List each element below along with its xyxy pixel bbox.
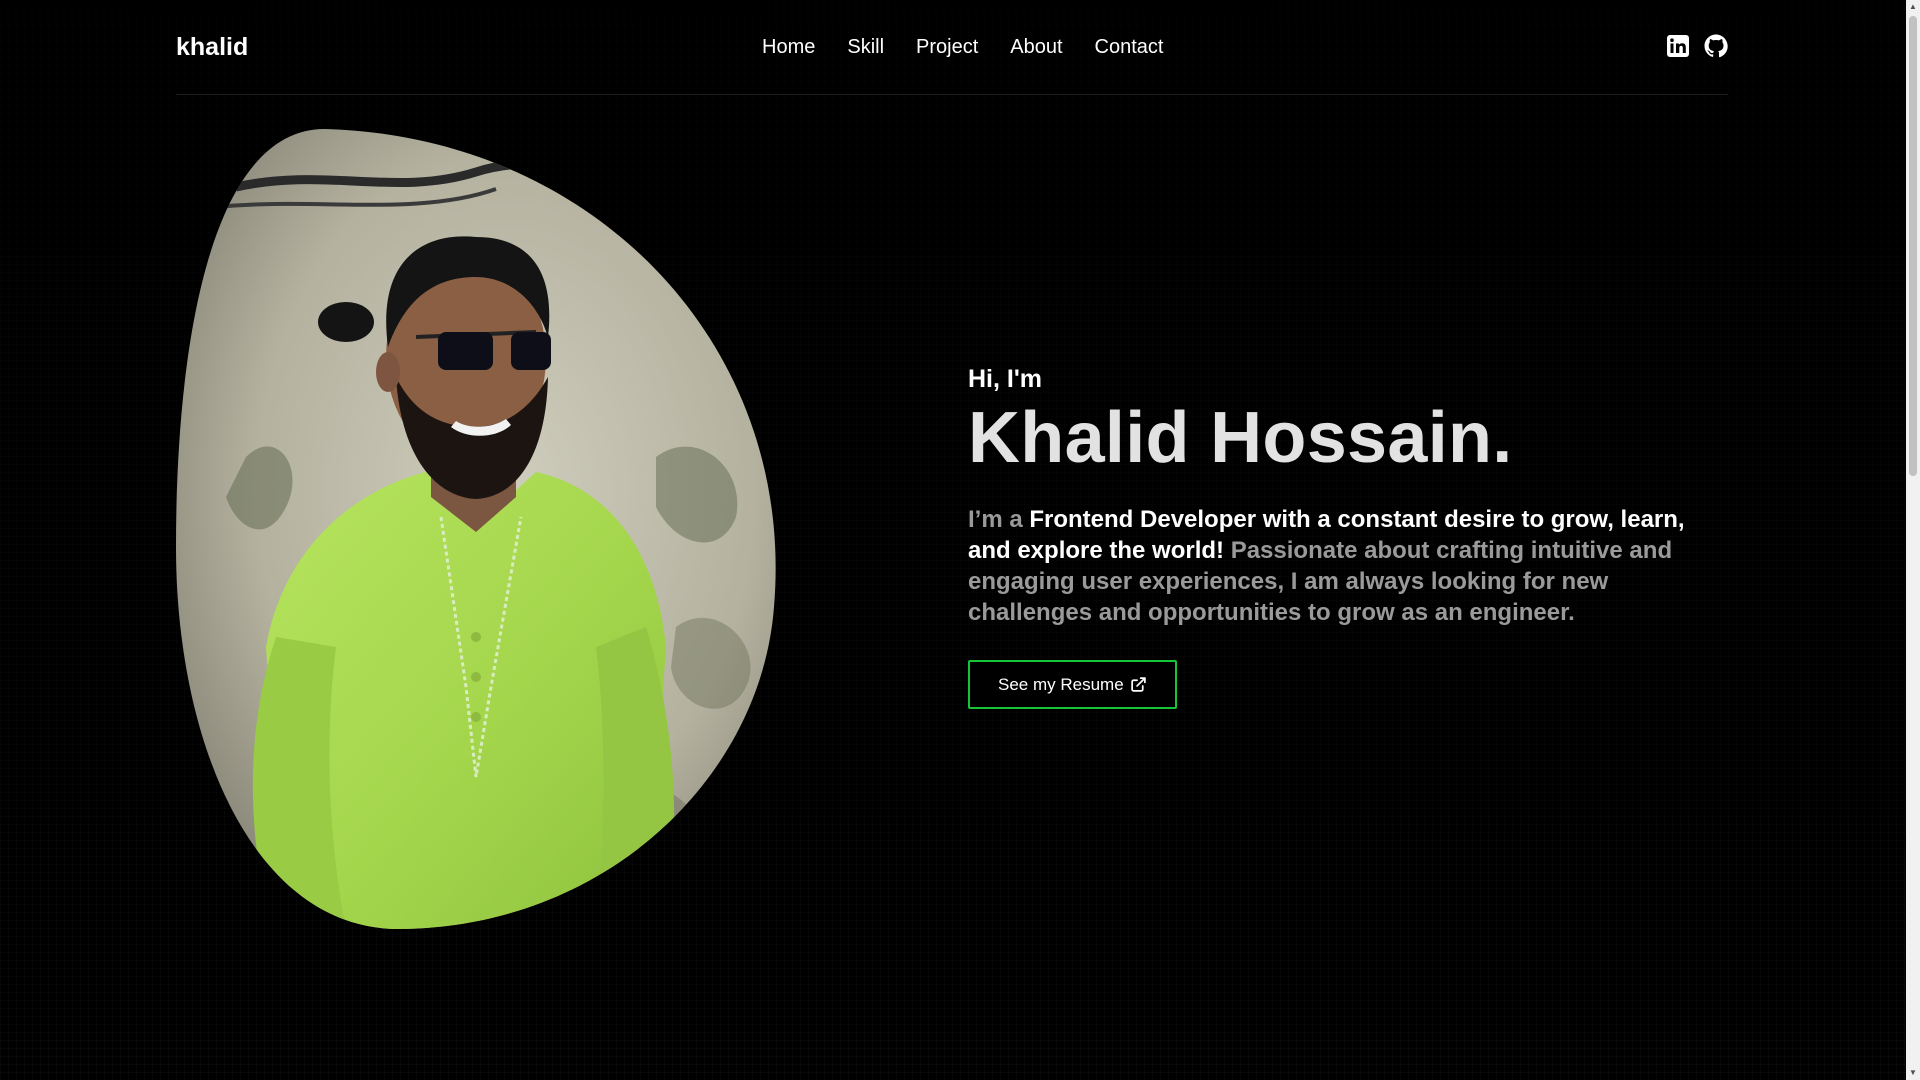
linkedin-icon[interactable] xyxy=(1666,34,1690,58)
resume-button-label: See my Resume xyxy=(998,674,1124,694)
profile-photo xyxy=(176,128,776,929)
hero-intro: I’m a Frontend Developer with a constant… xyxy=(968,504,1708,628)
nav-link-project[interactable]: Project xyxy=(916,36,978,59)
see-resume-button[interactable]: See my Resume xyxy=(968,660,1177,709)
nav-link-home[interactable]: Home xyxy=(762,36,815,59)
scroll-down-arrow-icon[interactable]: ▼ xyxy=(1908,1068,1918,1078)
nav-links: Home Skill Project About Contact xyxy=(762,36,1195,59)
nav-link-skill[interactable]: Skill xyxy=(847,36,884,59)
hero-greeting: Hi, I'm xyxy=(968,365,1043,393)
scrollbar-thumb[interactable] xyxy=(1909,16,1917,476)
external-link-icon xyxy=(1130,677,1146,692)
github-icon[interactable] xyxy=(1704,34,1728,58)
social-links xyxy=(1666,34,1728,58)
hero-name: Khalid Hossain. xyxy=(968,398,1513,478)
portfolio-page: khalid Home Skill Project About Contact xyxy=(0,0,1920,1080)
brand-logo-link[interactable]: khalid xyxy=(176,33,248,62)
nav-link-about[interactable]: About xyxy=(1010,36,1062,59)
nav-link-contact[interactable]: Contact xyxy=(1095,36,1164,59)
scroll-up-arrow-icon[interactable]: ▲ xyxy=(1908,2,1918,12)
intro-prefix: I’m a xyxy=(968,506,1030,533)
hero-text: Hi, I'm Khalid Hossain. I’m a Frontend D… xyxy=(968,364,1708,709)
navbar: khalid Home Skill Project About Contact xyxy=(176,0,1728,95)
page-scrollbar[interactable]: ▲ ▼ xyxy=(1906,0,1920,1080)
